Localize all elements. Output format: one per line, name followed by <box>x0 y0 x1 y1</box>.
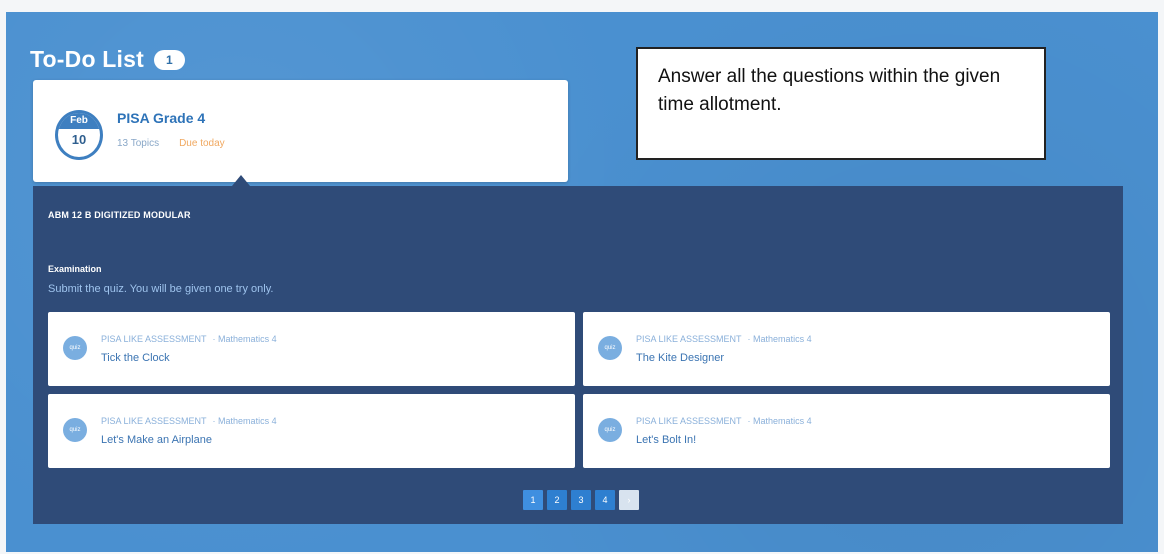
page-button-4[interactable]: 4 <box>595 490 615 510</box>
quiz-icon: quiz <box>598 336 622 360</box>
assessment-name[interactable]: Tick the Clock <box>101 352 170 364</box>
next-page-button[interactable]: › <box>619 490 639 510</box>
quiz-icon: quiz <box>598 418 622 442</box>
course-name: ABM 12 B DIGITIZED MODULAR <box>48 210 191 220</box>
quiz-icon: quiz <box>63 336 87 360</box>
exam-label: Examination <box>48 264 102 274</box>
card-meta: 13 Topics Due today <box>117 138 225 149</box>
todo-header: To-Do List 1 <box>30 46 185 73</box>
quiz-icon: quiz <box>63 418 87 442</box>
instruction-note: Answer all the questions within the give… <box>636 47 1046 160</box>
card-detail-panel: ABM 12 B DIGITIZED MODULAR Examination S… <box>33 186 1123 524</box>
assessment-category: PISA LIKE ASSESSMENT · Mathematics 4 <box>101 334 277 344</box>
todo-card-pisa[interactable]: Feb 10 PISA Grade 4 13 Topics Due today <box>33 80 568 182</box>
assessment-name[interactable]: The Kite Designer <box>636 352 724 364</box>
assessment-category: PISA LIKE ASSESSMENT · Mathematics 4 <box>636 416 812 426</box>
card-title[interactable]: PISA Grade 4 <box>117 110 205 126</box>
assessment-category: PISA LIKE ASSESSMENT · Mathematics 4 <box>636 334 812 344</box>
assessment-category: PISA LIKE ASSESSMENT · Mathematics 4 <box>101 416 277 426</box>
assessment-item[interactable]: quiz PISA LIKE ASSESSMENT · Mathematics 4… <box>583 394 1110 468</box>
calendar-month: Feb <box>58 113 100 129</box>
todo-count-badge: 1 <box>154 49 185 70</box>
page-button-1[interactable]: 1 <box>523 490 543 510</box>
card-pointer-caret <box>232 175 250 186</box>
calendar-day: 10 <box>71 132 87 147</box>
topics-count: 13 Topics <box>117 138 160 149</box>
pagination: 1 2 3 4 › <box>523 490 639 510</box>
assessment-item[interactable]: quiz PISA LIKE ASSESSMENT · Mathematics 4… <box>583 312 1110 386</box>
assessment-name[interactable]: Let's Bolt In! <box>636 434 696 446</box>
assessment-item[interactable]: quiz PISA LIKE ASSESSMENT · Mathematics 4… <box>48 394 575 468</box>
page-button-3[interactable]: 3 <box>571 490 591 510</box>
assessment-item[interactable]: quiz PISA LIKE ASSESSMENT · Mathematics 4… <box>48 312 575 386</box>
assessment-name[interactable]: Let's Make an Airplane <box>101 434 212 446</box>
exam-description: Submit the quiz. You will be given one t… <box>48 283 274 295</box>
due-status: Due today <box>179 138 225 149</box>
page-button-2[interactable]: 2 <box>547 490 567 510</box>
calendar-icon: Feb 10 <box>55 110 103 160</box>
todo-title: To-Do List <box>30 46 144 72</box>
